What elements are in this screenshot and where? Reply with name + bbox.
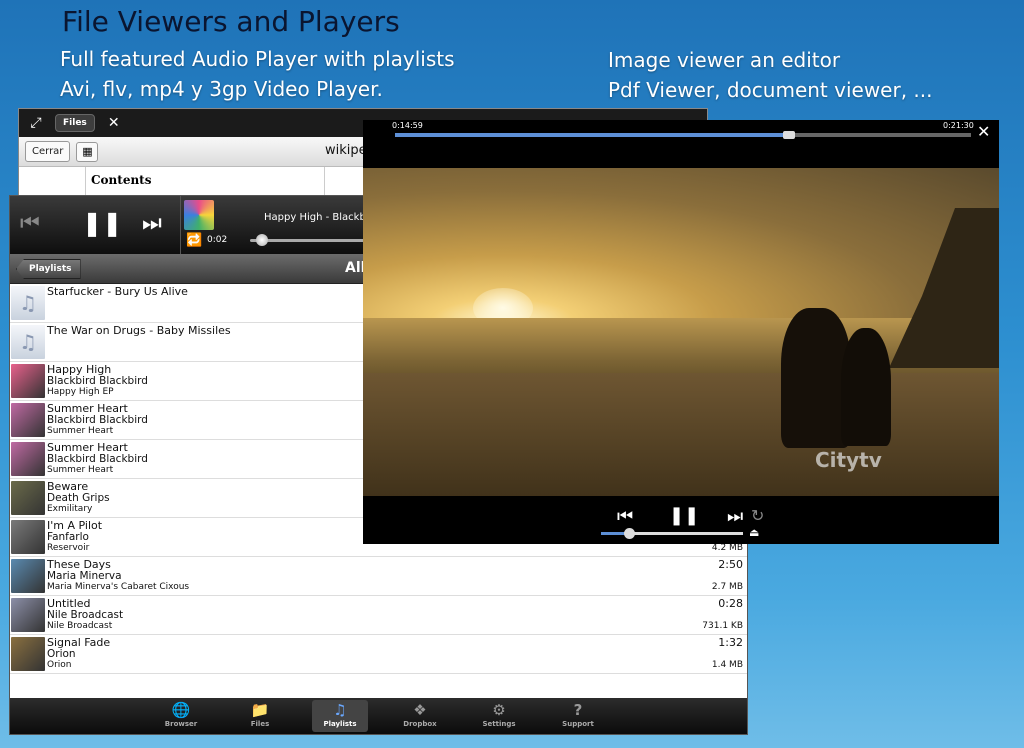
now-playing-cover xyxy=(184,200,214,230)
track-artist: Blackbird Blackbird xyxy=(47,414,148,426)
close-icon[interactable]: ✕ xyxy=(105,115,123,131)
video-pause-button[interactable]: ❚❚ xyxy=(669,505,699,526)
next-track-button[interactable]: ⏭ xyxy=(142,211,162,236)
volume-knob[interactable] xyxy=(624,528,636,539)
track-size: 1.4 MB xyxy=(711,660,743,670)
now-playing-title: Happy High - Blackbird xyxy=(264,212,379,223)
expand-icon[interactable]: ⤢ xyxy=(27,115,45,131)
track-size: 2.7 MB xyxy=(711,582,743,592)
tab-label: Settings xyxy=(482,720,516,728)
promo-image-line: Image viewer an editor xyxy=(608,48,841,72)
track-duration: 0:28 xyxy=(718,597,743,610)
track-size: 731.1 KB xyxy=(702,621,743,631)
track-artist: Blackbird Blackbird xyxy=(47,375,148,387)
track-album: Nile Broadcast xyxy=(47,621,113,631)
scene-sky xyxy=(363,168,999,328)
pause-button[interactable]: ❚❚ xyxy=(82,209,122,237)
album-cover xyxy=(11,598,45,632)
tab-dropbox[interactable]: ❖ Dropbox xyxy=(392,700,448,732)
track-artist: Blackbird Blackbird xyxy=(47,453,148,465)
repeat-icon[interactable]: 🔁 xyxy=(186,233,202,248)
track-album: Exmilitary xyxy=(47,504,93,514)
video-previous-button[interactable]: ⏮ xyxy=(617,506,633,527)
video-player: 0:14:59 0:21:30 ✕ Citytv ⏮ ❚❚ ⏭ ↻ ⏏ xyxy=(363,120,999,544)
music-note-icon: ♫ xyxy=(11,286,45,320)
video-frame[interactable]: Citytv xyxy=(363,168,999,496)
album-cover xyxy=(11,481,45,515)
track-duration: 1:32 xyxy=(718,636,743,649)
tab-label: Dropbox xyxy=(403,720,437,728)
music-note-icon: ♫ xyxy=(11,325,45,359)
track-album: Summer Heart xyxy=(47,426,114,436)
tab-playlists[interactable]: ♫ Playlists xyxy=(312,700,368,732)
video-elapsed-time: 0:14:59 xyxy=(392,121,423,130)
tab-support[interactable]: ? Support xyxy=(550,700,606,732)
tab-settings[interactable]: ⚙ Settings xyxy=(471,700,527,732)
album-cover xyxy=(11,403,45,437)
track-size: 4.2 MB xyxy=(711,543,743,553)
track-artist: Fanfarlo xyxy=(47,531,89,543)
promo-video-line: Avi, flv, mp4 y 3gp Video Player. xyxy=(60,77,383,101)
video-next-button[interactable]: ⏭ xyxy=(727,506,743,527)
music-note-icon: ♫ xyxy=(333,701,347,719)
airplay-icon[interactable]: ⏏ xyxy=(749,526,759,539)
album-cover xyxy=(11,637,45,671)
tab-label: Playlists xyxy=(323,720,357,728)
track-row[interactable]: Untitled Nile Broadcast Nile Broadcast 0:28… xyxy=(10,596,747,635)
album-cover xyxy=(11,364,45,398)
divider xyxy=(180,196,181,254)
tab-label: Files xyxy=(250,720,270,728)
tab-label: Browser xyxy=(164,720,198,728)
track-title: The War on Drugs - Baby Missiles xyxy=(47,324,231,337)
video-controls: ⏮ ❚❚ ⏭ ↻ ⏏ xyxy=(363,496,999,544)
album-cover xyxy=(11,559,45,593)
promo-title: File Viewers and Players xyxy=(62,5,400,38)
track-row[interactable]: These Days Maria Minerva Maria Minerva's C… xyxy=(10,557,747,596)
question-icon: ? xyxy=(573,701,583,719)
files-button[interactable]: Files xyxy=(55,114,95,132)
track-row[interactable]: Signal Fade Orion Orion 1:32 1.4 MB xyxy=(10,635,747,674)
track-progress-knob[interactable] xyxy=(256,234,268,246)
close-document-button[interactable]: Cerrar xyxy=(25,141,71,162)
folder-icon: 📁 xyxy=(250,701,270,719)
globe-icon: 🌐 xyxy=(171,701,191,719)
scene-sand xyxy=(363,373,999,496)
track-artist: Death Grips xyxy=(47,492,110,504)
loop-icon[interactable]: ↻ xyxy=(751,506,764,525)
track-album: Summer Heart xyxy=(47,465,114,475)
grid-icon: ▦ xyxy=(82,145,93,158)
track-album: Happy High EP xyxy=(47,387,114,397)
close-icon[interactable]: ✕ xyxy=(977,122,990,141)
tab-files[interactable]: 📁 Files xyxy=(232,700,288,732)
promo-audio-line: Full featured Audio Player with playlist… xyxy=(60,47,455,71)
video-remaining-time: 0:21:30 xyxy=(943,121,974,130)
video-progress-knob[interactable] xyxy=(782,131,795,139)
track-title: Starfucker - Bury Us Alive xyxy=(47,285,188,298)
video-progress-fill xyxy=(395,133,787,137)
tab-label: Support xyxy=(562,720,594,728)
gear-icon: ⚙ xyxy=(492,701,506,719)
track-album: Reservoir xyxy=(47,543,90,553)
grid-view-button[interactable]: ▦ xyxy=(76,141,99,162)
scene-person xyxy=(841,328,891,446)
album-cover xyxy=(11,520,45,554)
promo-pdf-line: Pdf Viewer, document viewer, ... xyxy=(608,78,933,102)
previous-track-button[interactable]: ⏮ xyxy=(20,211,40,236)
tab-bar: 🌐 Browser 📁 Files ♫ Playlists ❖ Dropbox ⚙ Setting… xyxy=(10,698,747,734)
track-album: Maria Minerva's Cabaret Cixous xyxy=(47,582,190,592)
track-album: Orion xyxy=(47,660,72,670)
dropbox-icon: ❖ xyxy=(413,701,427,719)
track-duration: 2:50 xyxy=(718,558,743,571)
video-top-bar: 0:14:59 0:21:30 ✕ xyxy=(363,120,999,148)
elapsed-time: 0:02 xyxy=(207,235,228,245)
tab-browser[interactable]: 🌐 Browser xyxy=(153,700,209,732)
track-artist: Nile Broadcast xyxy=(47,609,124,621)
track-artist: Orion xyxy=(47,648,76,660)
track-artist: Maria Minerva xyxy=(47,570,122,582)
album-cover xyxy=(11,442,45,476)
channel-watermark: Citytv xyxy=(815,448,882,472)
playlists-back-button[interactable]: Playlists xyxy=(16,259,81,279)
